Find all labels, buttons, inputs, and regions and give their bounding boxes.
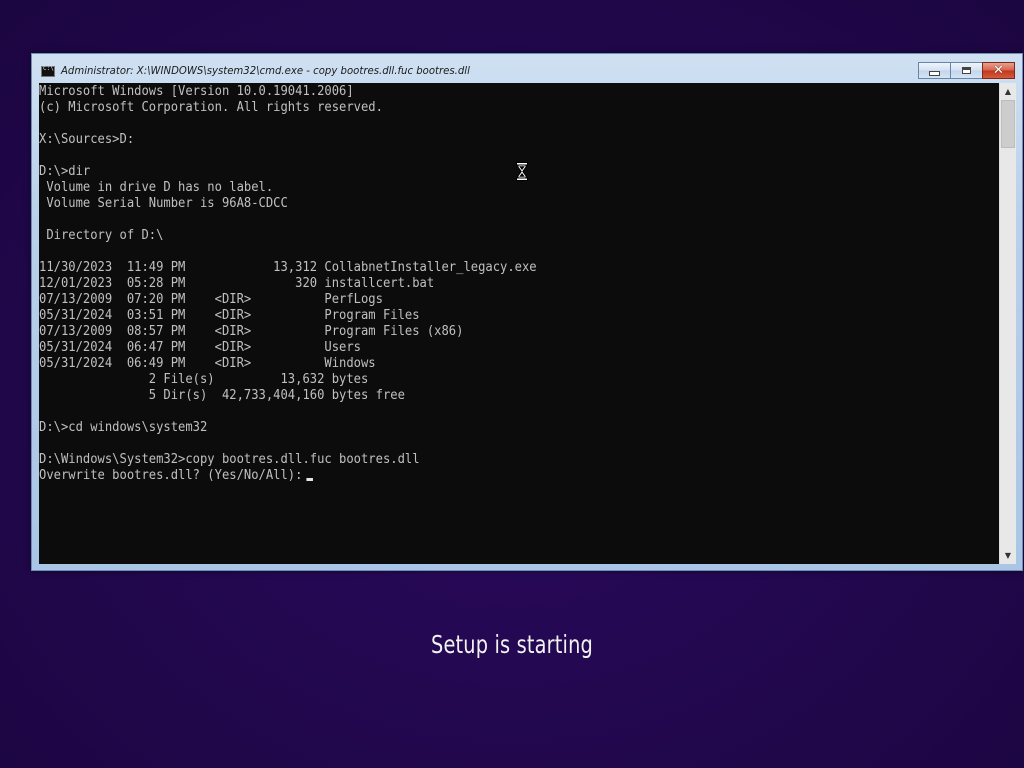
window-controls: ✕: [918, 62, 1015, 80]
console-prompt-line: Overwrite bootres.dll? (Yes/No/All):: [39, 468, 537, 484]
console-line: 5 Dir(s) 42,733,404,160 bytes free: [39, 388, 405, 403]
title-bar[interactable]: Administrator: X:\WINDOWS\system32\cmd.e…: [32, 54, 1022, 83]
prompt-text: Overwrite bootres.dll? (Yes/No/All):: [39, 468, 303, 483]
cmd-window[interactable]: Administrator: X:\WINDOWS\system32\cmd.e…: [31, 53, 1023, 571]
setup-status-text: Setup is starting: [431, 630, 593, 659]
console-line: D:\>cd windows\system32: [39, 420, 208, 435]
cmd-icon[interactable]: [41, 65, 55, 77]
maximize-button[interactable]: [950, 62, 983, 79]
console-line: D:\Windows\System32>copy bootres.dll.fuc…: [39, 452, 420, 467]
console-line: 07/13/2009 07:20 PM <DIR> PerfLogs: [39, 292, 383, 307]
maximize-icon: [962, 67, 971, 74]
console-line: 2 File(s) 13,632 bytes: [39, 372, 369, 387]
console-line: (c) Microsoft Corporation. All rights re…: [39, 100, 383, 115]
scroll-thumb[interactable]: [1001, 100, 1015, 148]
close-icon: ✕: [993, 63, 1004, 78]
vertical-scrollbar[interactable]: ▲ ▼: [999, 83, 1016, 564]
text-cursor: [306, 478, 313, 481]
console-line: 05/31/2024 06:49 PM <DIR> Windows: [39, 356, 376, 371]
minimize-icon: [929, 71, 940, 76]
console-line: Volume Serial Number is 96A8-CDCC: [39, 196, 288, 211]
close-button[interactable]: ✕: [982, 62, 1015, 79]
console-line: 05/31/2024 06:47 PM <DIR> Users: [39, 340, 361, 355]
console-line: 05/31/2024 03:51 PM <DIR> Program Files: [39, 308, 420, 323]
console-line: X:\Sources>D:: [39, 132, 135, 147]
minimize-button[interactable]: [918, 62, 951, 79]
console-line: D:\>dir: [39, 164, 91, 179]
scroll-down-arrow-icon[interactable]: ▼: [1000, 547, 1016, 564]
console-output[interactable]: Microsoft Windows [Version 10.0.19041.20…: [39, 83, 999, 564]
console-line: 12/01/2023 05:28 PM 320 installcert.bat: [39, 276, 435, 291]
console-line: Volume in drive D has no label.: [39, 180, 274, 195]
hourglass-icon: [516, 162, 528, 181]
console-line: Microsoft Windows [Version 10.0.19041.20…: [39, 84, 354, 99]
console-line: Directory of D:\: [39, 228, 164, 243]
scroll-up-arrow-icon[interactable]: ▲: [1000, 83, 1016, 100]
console-lines: Microsoft Windows [Version 10.0.19041.20…: [39, 84, 571, 484]
window-title: Administrator: X:\WINDOWS\system32\cmd.e…: [61, 64, 470, 77]
console-line: 11/30/2023 11:49 PM 13,312 CollabnetInst…: [39, 260, 537, 275]
console-line: 07/13/2009 08:57 PM <DIR> Program Files …: [39, 324, 464, 339]
